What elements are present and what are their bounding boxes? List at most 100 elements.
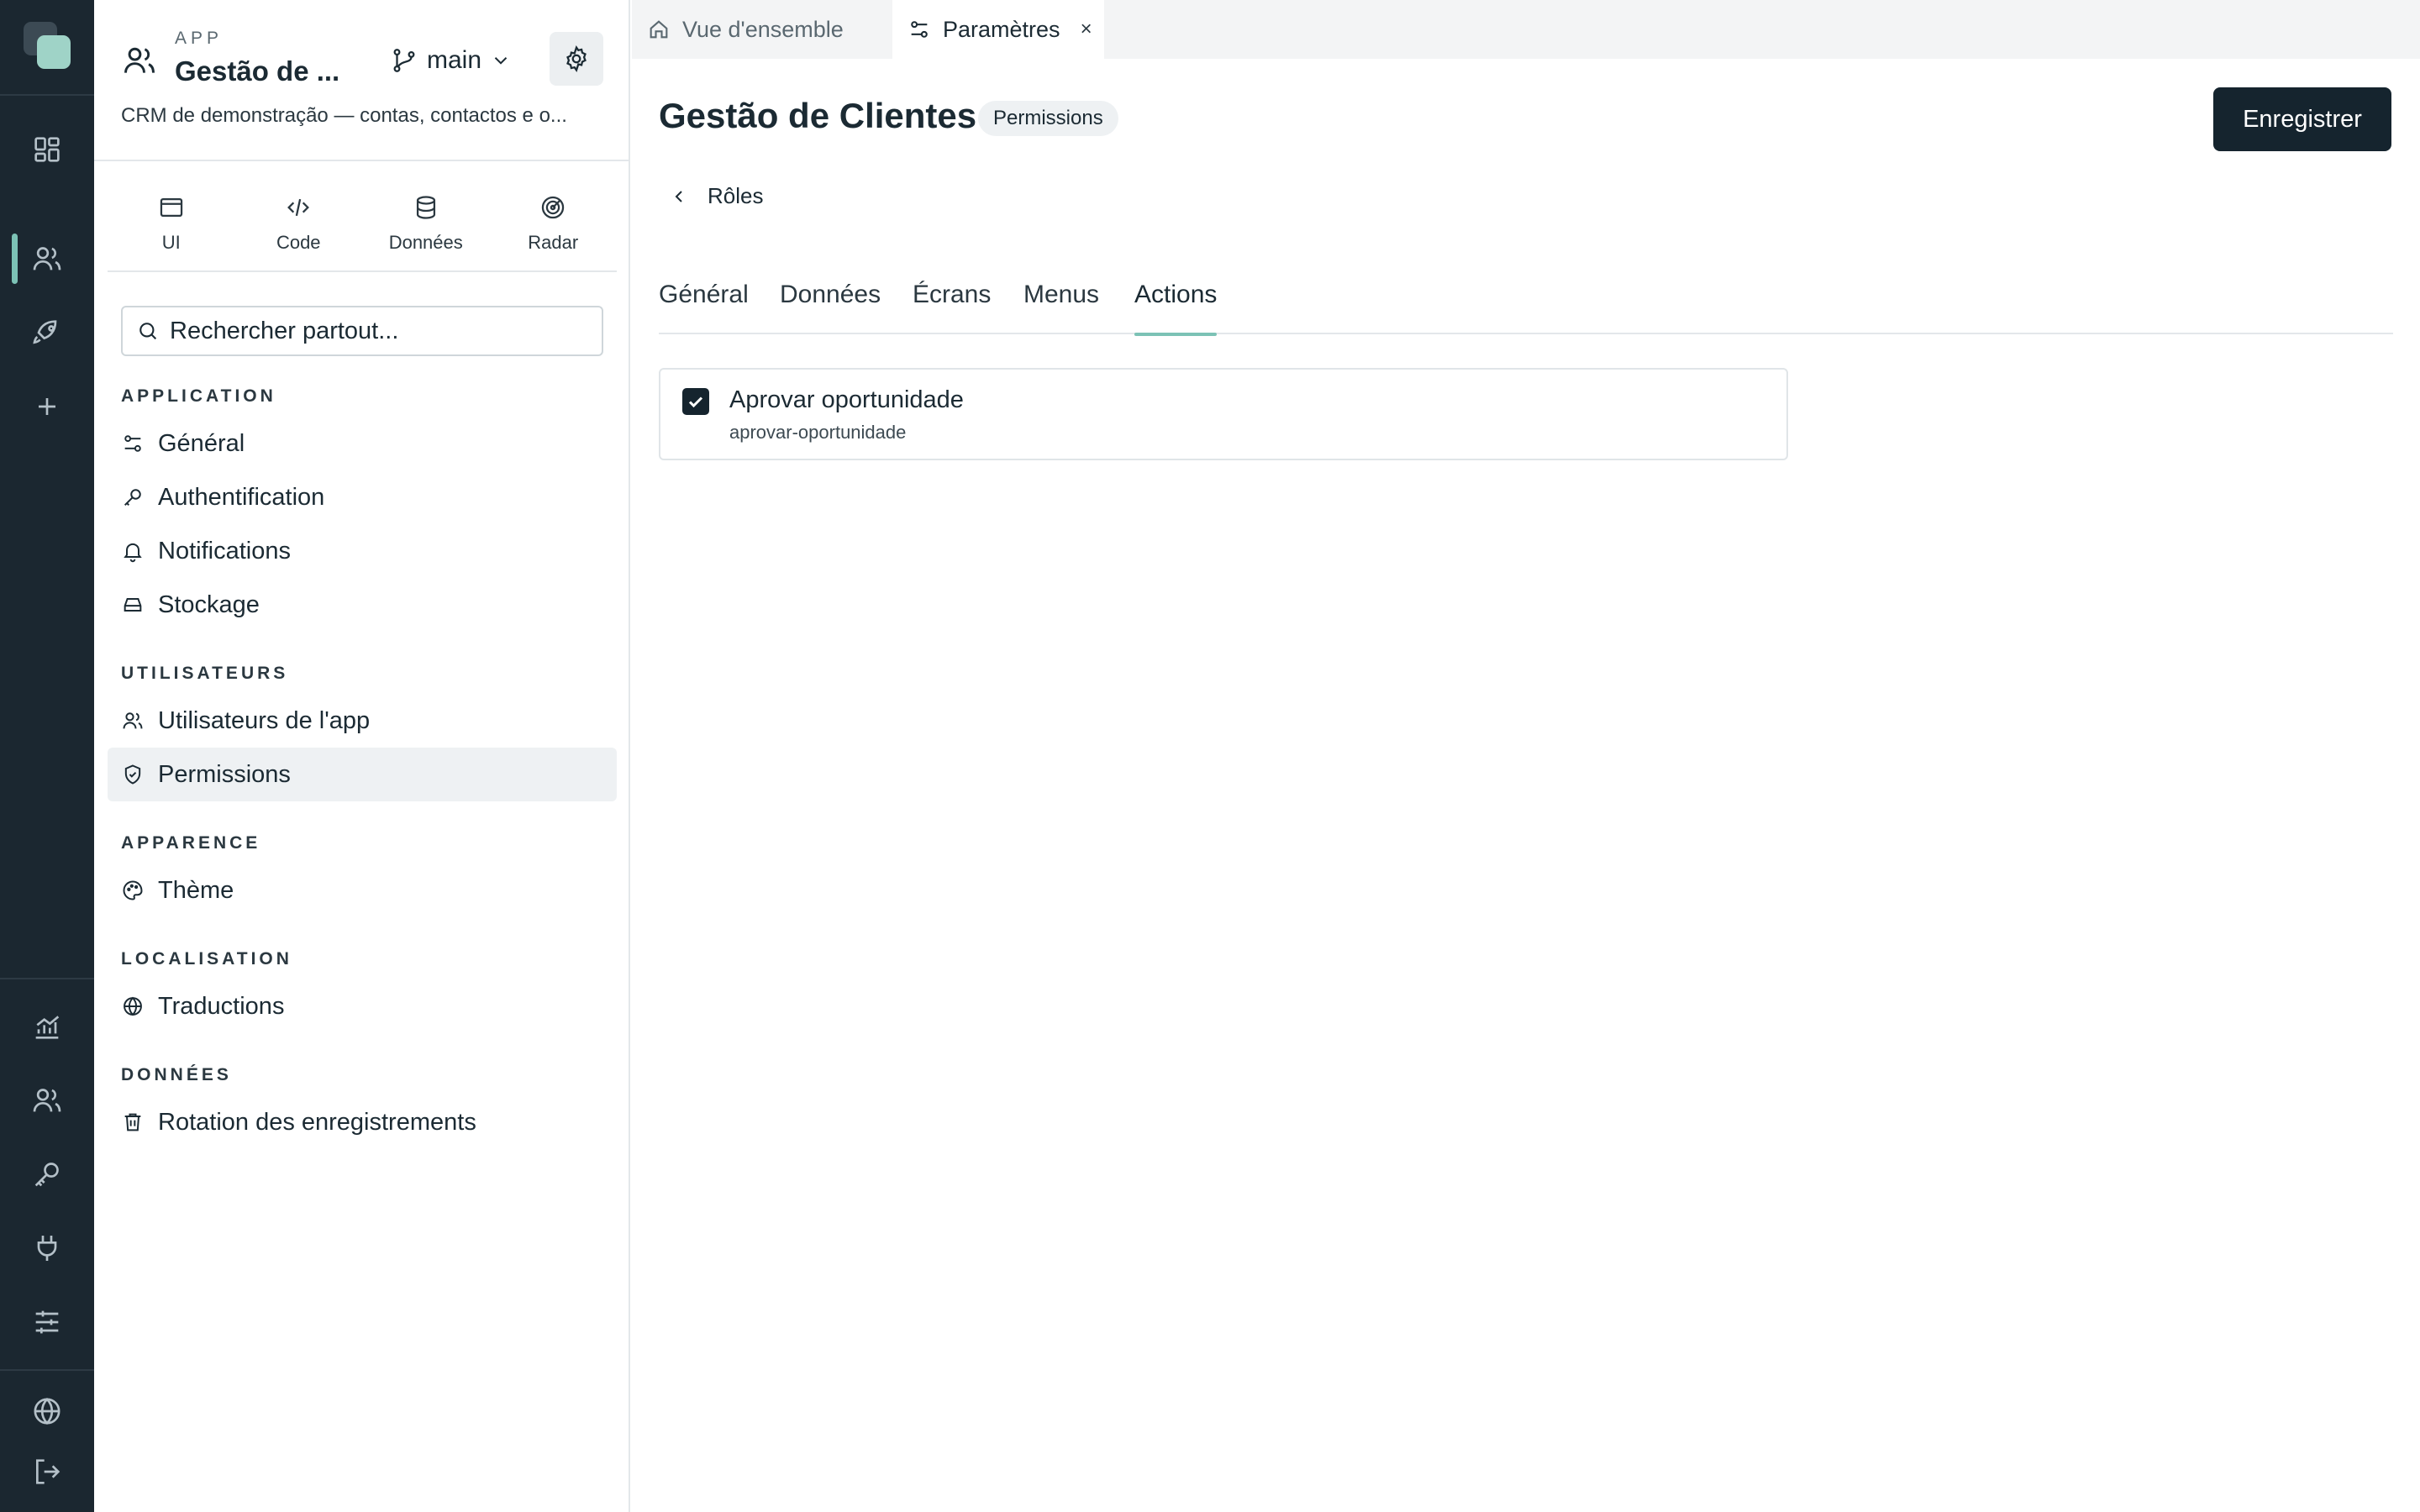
sidebar-item-label: Notifications	[158, 537, 291, 564]
sidebar-item-label: Permissions	[158, 760, 291, 788]
trash-icon	[121, 1110, 145, 1134]
tab-overview[interactable]: Vue d'ensemble	[632, 0, 892, 59]
section-label-users: UTILISATEURS	[121, 664, 289, 683]
mode-label: UI	[161, 232, 181, 253]
globe-icon[interactable]	[30, 1394, 64, 1428]
action-slug: aprovar-oportunidade	[729, 422, 907, 443]
rail-divider	[0, 94, 94, 96]
key-icon[interactable]	[30, 1158, 64, 1191]
active-tab-indicator	[1134, 333, 1218, 336]
search-icon	[136, 319, 160, 343]
check-icon	[686, 391, 706, 412]
rail-divider	[0, 1369, 94, 1371]
sidebar-item-label: Rotation des enregistrements	[158, 1108, 476, 1136]
team-icon[interactable]	[30, 1084, 64, 1117]
action-checkbox[interactable]	[682, 388, 709, 415]
users-icon	[121, 42, 158, 79]
git-branch-icon	[390, 46, 418, 75]
mode-ui[interactable]: UI	[108, 165, 235, 270]
tab-label: Vue d'ensemble	[682, 16, 844, 42]
section-label-appearance: APPARENCE	[121, 833, 261, 853]
subtab-menus[interactable]: Menus	[1023, 281, 1099, 334]
branch-name: main	[427, 46, 482, 74]
mode-label: Code	[276, 232, 321, 253]
sidebar-item-label: Authentification	[158, 483, 325, 511]
sidebar-item-label: Général	[158, 429, 245, 457]
sliders-icon	[121, 432, 145, 455]
mode-label: Radar	[528, 232, 579, 253]
chart-icon[interactable]	[30, 1010, 64, 1043]
branch-selector[interactable]: main	[390, 42, 512, 79]
app-header: APP Gestão de ... main CRM de demonstraç…	[94, 0, 629, 161]
back-to-roles-link[interactable]: Rôles	[669, 183, 763, 209]
tab-settings[interactable]: Paramètres ×	[892, 0, 1104, 59]
app-logo[interactable]	[24, 22, 72, 71]
document-tab-bar: Vue d'ensemble Paramètres ×	[632, 0, 2420, 59]
app-settings-button[interactable]	[550, 32, 603, 86]
mode-switcher: UI Code Données Radar	[108, 165, 617, 272]
sliders-icon[interactable]	[30, 1305, 64, 1339]
globe-icon	[121, 995, 145, 1018]
database-icon	[412, 193, 440, 222]
sidebar-item-storage[interactable]: Stockage	[108, 578, 617, 632]
section-label-data: DONNÉES	[121, 1065, 232, 1084]
chevron-left-icon	[669, 186, 689, 207]
icon-rail	[0, 0, 94, 1512]
back-link-label: Rôles	[708, 183, 764, 208]
mode-radar[interactable]: Radar	[490, 165, 618, 270]
search-input[interactable]	[170, 317, 590, 345]
app-kicker: APP	[175, 29, 224, 48]
sidebar-item-label: Utilisateurs de l'app	[158, 706, 371, 734]
window-icon	[157, 193, 186, 222]
bell-icon	[121, 539, 145, 563]
radar-icon	[539, 193, 567, 222]
sidebar-item-authentication[interactable]: Authentification	[108, 470, 617, 524]
plug-icon[interactable]	[30, 1231, 64, 1265]
logout-icon[interactable]	[30, 1455, 64, 1488]
mode-code[interactable]: Code	[235, 165, 363, 270]
shield-icon	[121, 763, 145, 786]
storage-icon	[121, 593, 145, 617]
search-field[interactable]	[121, 306, 603, 356]
mode-data[interactable]: Données	[362, 165, 490, 270]
app-name: Gestão de ...	[175, 55, 340, 87]
rail-divider	[0, 978, 94, 979]
subtab-label: Actions	[1134, 281, 1218, 308]
home-icon	[647, 18, 671, 41]
rocket-icon[interactable]	[30, 316, 64, 349]
key-icon	[121, 486, 145, 509]
dashboard-icon[interactable]	[30, 133, 64, 166]
subtab-actions[interactable]: Actions	[1134, 281, 1218, 336]
settings-sidebar: APP Gestão de ... main CRM de demonstraç…	[94, 0, 630, 1512]
sidebar-item-app-users[interactable]: Utilisateurs de l'app	[108, 694, 617, 748]
sidebar-item-theme[interactable]: Thème	[108, 864, 617, 917]
sliders-icon	[908, 18, 931, 41]
users-icon[interactable]	[30, 242, 64, 276]
chevron-down-icon	[490, 50, 512, 71]
palette-icon	[121, 879, 145, 902]
subtab-general[interactable]: Général	[659, 281, 749, 334]
action-permission-row[interactable]: Aprovar oportunidade aprovar-oportunidad…	[659, 368, 1788, 460]
code-icon	[284, 193, 313, 222]
sidebar-item-general[interactable]: Général	[108, 417, 617, 470]
subtab-screens[interactable]: Écrans	[913, 281, 991, 334]
sidebar-item-notifications[interactable]: Notifications	[108, 524, 617, 578]
subtab-data[interactable]: Données	[780, 281, 881, 334]
section-label-localization: LOCALISATION	[121, 949, 292, 969]
close-icon[interactable]: ×	[1081, 18, 1092, 41]
gear-icon	[562, 45, 591, 73]
sidebar-item-record-rotation[interactable]: Rotation des enregistrements	[108, 1095, 617, 1149]
sidebar-item-permissions[interactable]: Permissions	[108, 748, 617, 801]
mode-label: Données	[388, 232, 463, 253]
plus-icon[interactable]	[30, 390, 64, 423]
sidebar-item-label: Traductions	[158, 992, 285, 1020]
save-button[interactable]: Enregistrer	[2213, 87, 2391, 151]
sidebar-item-label: Thème	[158, 876, 234, 904]
section-label-application: APPLICATION	[121, 386, 276, 406]
tab-label: Paramètres	[943, 16, 1060, 42]
permission-tabs: Général Données Écrans Menus Actions	[659, 281, 2393, 336]
sidebar-item-translations[interactable]: Traductions	[108, 979, 617, 1033]
users-icon	[121, 709, 145, 732]
page-title: Gestão de Clientes	[659, 96, 977, 135]
status-badge: Permissions	[978, 101, 1118, 136]
